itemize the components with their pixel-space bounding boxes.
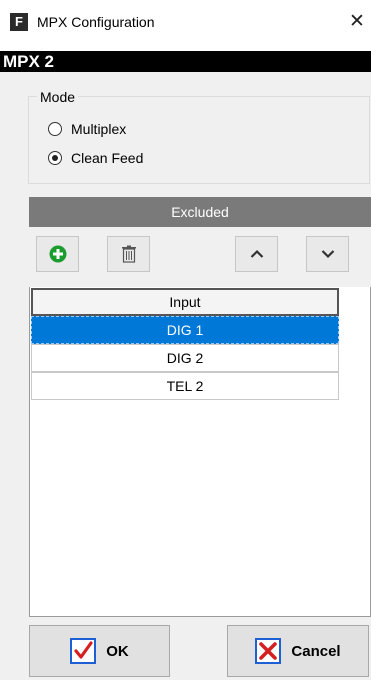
header-bar: MPX 2: [0, 51, 371, 72]
table-row[interactable]: TEL 2: [31, 372, 339, 400]
panel-header: Excluded: [29, 197, 371, 227]
radio-multiplex-label: Multiplex: [71, 121, 127, 137]
radio-clean-feed-circle[interactable]: [48, 151, 62, 165]
radio-clean-feed[interactable]: Clean Feed: [48, 150, 143, 166]
add-button[interactable]: [36, 236, 79, 272]
table-row[interactable]: DIG 1: [31, 316, 339, 344]
plus-circle-icon: [49, 245, 66, 263]
radio-multiplex[interactable]: Multiplex: [48, 121, 126, 137]
trash-icon: [121, 245, 136, 263]
close-icon[interactable]: ✕: [346, 10, 368, 34]
page-title: MPX 2: [3, 52, 55, 71]
delete-button[interactable]: [107, 236, 150, 272]
move-down-button[interactable]: [306, 236, 349, 272]
title-bar: F MPX Configuration ✕: [0, 0, 371, 44]
radio-clean-feed-label: Clean Feed: [71, 150, 144, 166]
chevron-down-icon: [321, 250, 334, 259]
move-up-button[interactable]: [235, 236, 278, 272]
window-title: MPX Configuration: [37, 14, 155, 30]
column-header-input[interactable]: Input: [31, 288, 339, 316]
mode-legend: Mode: [37, 89, 79, 105]
ok-label: OK: [106, 642, 129, 660]
radio-multiplex-circle[interactable]: [48, 122, 62, 136]
cancel-button[interactable]: Cancel: [227, 625, 369, 677]
mode-group: [28, 96, 370, 184]
app-icon: F: [10, 13, 28, 31]
chevron-up-icon: [250, 249, 263, 258]
checkbox-checked-icon: [70, 638, 97, 664]
ok-button[interactable]: OK: [29, 625, 170, 677]
cancel-label: Cancel: [291, 642, 341, 660]
table-row[interactable]: DIG 2: [31, 344, 339, 372]
cancel-x-icon: [255, 638, 282, 664]
